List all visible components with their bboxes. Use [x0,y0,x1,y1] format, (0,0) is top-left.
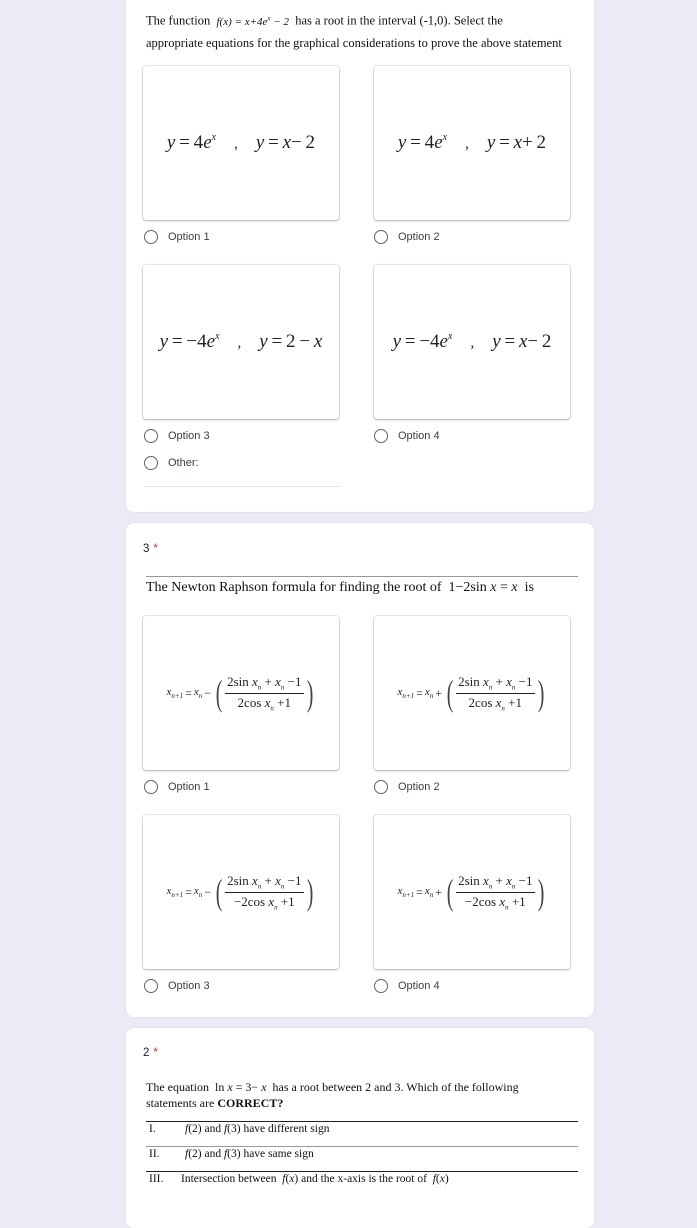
radio-button-icon[interactable] [374,780,388,794]
option-4-image[interactable]: xn+1 = xn + ( 2sin xn + xn −1 −2cos xn +1 ) [374,815,570,969]
option-3-formula: xn+1 = xn − ( 2sin xn + xn −1 −2cos xn +1 ) [166,872,313,912]
radio-button-icon[interactable] [144,979,158,993]
question-formula: f(x) = x+4ex − 2 [216,14,289,28]
question-number-value: 3 [143,543,150,555]
option-4-formula: xn+1 = xn + ( 2sin xn + xn −1 −2cos xn +1 ) [397,872,544,912]
question-formula: 1−2sin x = x [448,580,518,595]
option-label: Option 2 [398,781,440,793]
option-label: Option 1 [168,231,210,243]
table-top-border [146,1121,578,1122]
question-card-newton-raphson: 3 * The Newton Raphson formula for findin… [126,523,594,1017]
radio-button-icon[interactable] [144,456,158,470]
option-3-image[interactable]: y = −4ex, y = 2 − x [143,265,339,419]
radio-button-icon[interactable] [374,230,388,244]
option-3-radio[interactable]: Option 3 [144,976,210,996]
question-number-value: 2 [143,1047,150,1059]
option-label: Option 1 [168,781,210,793]
option-label: Option 4 [398,980,440,992]
option-4-radio[interactable]: Option 4 [374,426,440,446]
statement-text: Intersection between f(x) and the x-axis… [181,1173,449,1185]
statement-row: II. f(2) and f(3) have same sign [146,1148,578,1160]
option-label: Option 4 [398,430,440,442]
question-number: 2 * [143,1047,158,1059]
statement-number: I. [149,1123,156,1135]
required-asterisk: * [153,1047,158,1059]
option-1-radio[interactable]: Option 1 [144,227,210,247]
radio-button-icon[interactable] [374,979,388,993]
question-text-b: has a root between 2 and 3. Which of the… [272,1080,519,1094]
option-1-formula: xn+1 = xn − ( 2sin xn + xn −1 2cos xn +1 ) [166,673,313,713]
option-3-equation: y = −4ex, y = 2 − x [159,331,323,352]
option-2-image[interactable]: xn+1 = xn + ( 2sin xn + xn −1 2cos xn +1 ) [374,616,570,770]
option-1-equation: y = 4ex, y = x− 2 [166,132,316,153]
question-number: 3 * [143,543,158,555]
option-2-radio[interactable]: Option 2 [374,777,440,797]
question-card-function-root: The function f(x) = x+4ex − 2 has a root… [126,0,594,512]
statement-number: II. [149,1148,160,1160]
option-label: Option 3 [168,430,210,442]
other-text-input[interactable] [144,486,341,487]
radio-button-icon[interactable] [144,429,158,443]
radio-button-icon[interactable] [144,230,158,244]
statement-row: I. f(2) and f(3) have different sign [146,1123,578,1135]
option-label: Option 3 [168,980,210,992]
option-1-image[interactable]: xn+1 = xn − ( 2sin xn + xn −1 2cos xn +1 ) [143,616,339,770]
option-2-image[interactable]: y = 4ex, y = x+ 2 [374,66,570,220]
required-asterisk: * [153,543,158,555]
option-2-formula: xn+1 = xn + ( 2sin xn + xn −1 2cos xn +1 ) [397,673,544,713]
option-1-radio[interactable]: Option 1 [144,777,210,797]
radio-button-icon[interactable] [374,429,388,443]
statement-text: f(2) and f(3) have different sign [185,1123,330,1135]
question-text-main: The Newton Raphson formula for finding t… [146,580,442,595]
question-text-line2: appropriate equations for the graphical … [146,35,562,50]
question-text-bold: CORRECT? [217,1096,284,1110]
option-2-equation: y = 4ex, y = x+ 2 [397,132,547,153]
option-4-equation: y = −4ex, y = x− 2 [392,331,552,352]
other-label: Other: [168,457,199,469]
statement-text: f(2) and f(3) have same sign [185,1148,314,1160]
option-2-radio[interactable]: Option 2 [374,227,440,247]
question-text: The equation ln x = 3− x has a root betw… [146,1079,576,1111]
table-row-border [146,1146,578,1147]
option-3-radio[interactable]: Option 3 [144,426,210,446]
statement-number: III. [149,1173,164,1185]
question-text-line2: statements are [146,1096,215,1110]
question-text-end: is [524,580,534,595]
option-label: Option 2 [398,231,440,243]
question-card-ln-equation: 2 * The equation ln x = 3− x has a root b… [126,1028,594,1228]
question-text: The function f(x) = x+4ex − 2 has a root… [146,8,576,54]
question-text-a: The equation [146,1080,209,1094]
radio-button-icon[interactable] [144,780,158,794]
option-4-radio[interactable]: Option 4 [374,976,440,996]
option-3-image[interactable]: xn+1 = xn − ( 2sin xn + xn −1 −2cos xn +1 ) [143,815,339,969]
option-other-radio[interactable]: Other: [144,453,199,473]
statement-row: III. Intersection between f(x) and the x… [146,1173,578,1185]
question-text: The Newton Raphson formula for finding t… [146,577,576,598]
option-4-image[interactable]: y = −4ex, y = x− 2 [374,265,570,419]
question-text-prefix: The function [146,13,211,28]
question-formula: ln x = 3− x [214,1080,267,1094]
table-row-border [146,1171,578,1172]
option-1-image[interactable]: y = 4ex, y = x− 2 [143,66,339,220]
question-text-suffix: has a root in the interval (-1,0). Selec… [295,13,503,28]
